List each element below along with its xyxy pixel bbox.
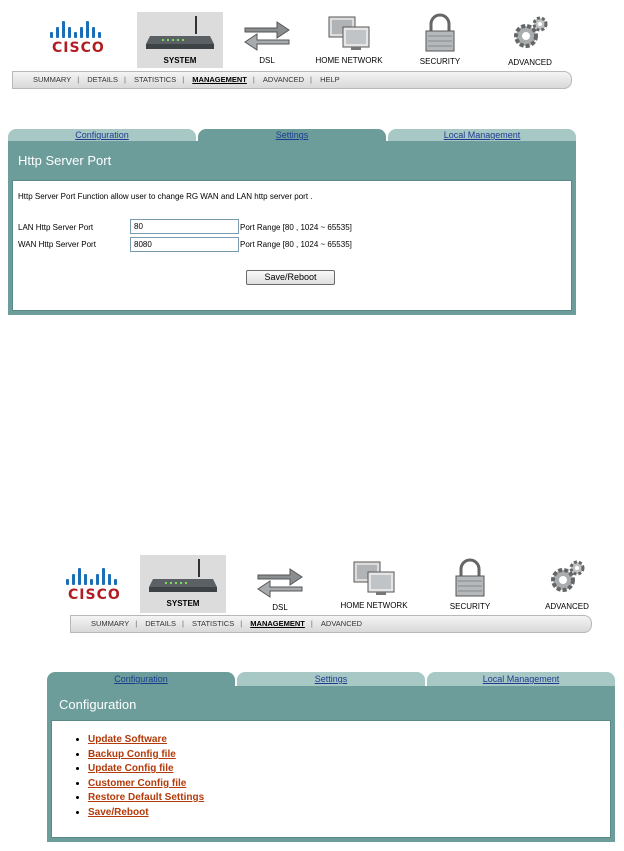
panel-body: Update Software Backup Config file Updat… bbox=[51, 720, 611, 838]
header-2: CISCO SYSTEM DSL HOME NETWORK SECURITY A… bbox=[0, 545, 624, 645]
nav-dsl[interactable]: DSL bbox=[237, 18, 297, 68]
nav-label: DSL bbox=[259, 56, 275, 65]
list-item: Backup Config file bbox=[88, 748, 610, 763]
nav-system[interactable]: SYSTEM bbox=[137, 12, 223, 68]
computers-icon bbox=[353, 561, 395, 595]
arrows-icon bbox=[244, 21, 290, 51]
header-1: CISCO SYSTEM DSL HOME NETWORK SECURITY A… bbox=[0, 0, 624, 100]
nav-advanced[interactable]: ADVANCED bbox=[536, 558, 598, 613]
sub-navigation: SUMMARY | DETAILS | STATISTICS | MANAGEMENT… bbox=[70, 615, 592, 633]
nav-label: SYSTEM bbox=[163, 56, 197, 65]
page-title: Http Server Port bbox=[18, 153, 112, 168]
nav-home-network[interactable]: HOME NETWORK bbox=[314, 15, 384, 68]
description-text: Http Server Port Function allow user to … bbox=[18, 192, 313, 201]
cisco-logo[interactable]: CISCO bbox=[50, 20, 120, 60]
lan-port-range: Port Range [80 , 1024 ~ 65535] bbox=[240, 223, 352, 232]
tab-configuration[interactable]: Configuration bbox=[47, 672, 235, 686]
nav-system[interactable]: SYSTEM bbox=[140, 555, 226, 613]
sub-navigation: SUMMARY | DETAILS | STATISTICS | MANAGEMENT… bbox=[12, 71, 572, 89]
nav-label: ADVANCED bbox=[508, 58, 552, 67]
tab-local-management[interactable]: Local Management bbox=[427, 672, 615, 686]
nav-label: SYSTEM bbox=[166, 599, 200, 608]
tab-settings[interactable]: Settings bbox=[237, 672, 425, 686]
nav-label: DSL bbox=[272, 603, 288, 612]
save-reboot-link[interactable]: Save/Reboot bbox=[88, 807, 149, 818]
nav-dsl[interactable]: DSL bbox=[250, 565, 310, 613]
tab-bar: Configuration Settings Local Management bbox=[47, 672, 615, 686]
nav-label: SECURITY bbox=[449, 602, 491, 611]
lan-port-input[interactable] bbox=[130, 219, 239, 234]
subnav-summary[interactable]: SUMMARY bbox=[71, 619, 135, 628]
nav-security[interactable]: SECURITY bbox=[440, 558, 500, 613]
arrows-icon bbox=[257, 568, 303, 598]
subnav-advanced[interactable]: ADVANCED bbox=[257, 75, 310, 84]
subnav-advanced[interactable]: ADVANCED bbox=[315, 619, 368, 628]
subnav-statistics[interactable]: STATISTICS bbox=[128, 75, 182, 84]
update-software-link[interactable]: Update Software bbox=[88, 734, 167, 745]
nav-label: HOME NETWORK bbox=[340, 601, 408, 610]
subnav-statistics[interactable]: STATISTICS bbox=[186, 619, 240, 628]
router-icon bbox=[149, 559, 217, 592]
tab-configuration[interactable]: Configuration bbox=[8, 129, 196, 141]
list-item: Restore Default Settings bbox=[88, 791, 610, 806]
nav-label: ADVANCED bbox=[545, 602, 589, 611]
wan-port-label: WAN Http Server Port bbox=[18, 240, 96, 249]
computers-icon bbox=[328, 16, 370, 50]
padlock-icon bbox=[455, 558, 485, 597]
nav-label: SECURITY bbox=[419, 57, 461, 66]
configuration-panel: Configuration Settings Local Management … bbox=[47, 672, 615, 842]
customer-config-link[interactable]: Customer Config file bbox=[88, 778, 186, 789]
wan-port-input[interactable] bbox=[130, 237, 239, 252]
nav-security[interactable]: SECURITY bbox=[410, 13, 470, 68]
wan-port-range: Port Range [80 , 1024 ~ 65535] bbox=[240, 240, 352, 249]
subnav-summary[interactable]: SUMMARY bbox=[13, 75, 77, 84]
logo-text: CISCO bbox=[52, 40, 105, 56]
router-icon bbox=[146, 16, 214, 49]
subnav-management[interactable]: MANAGEMENT bbox=[244, 619, 311, 628]
subnav-help[interactable]: HELP bbox=[314, 75, 346, 84]
logo-text: CISCO bbox=[68, 587, 121, 603]
list-item: Update Software bbox=[88, 733, 610, 748]
backup-config-link[interactable]: Backup Config file bbox=[88, 749, 176, 760]
nav-label: HOME NETWORK bbox=[315, 56, 383, 65]
subnav-management[interactable]: MANAGEMENT bbox=[186, 75, 253, 84]
gears-icon bbox=[514, 16, 548, 48]
padlock-icon bbox=[425, 13, 455, 52]
tab-local-management[interactable]: Local Management bbox=[388, 129, 576, 141]
update-config-link[interactable]: Update Config file bbox=[88, 763, 174, 774]
configuration-links: Update Software Backup Config file Updat… bbox=[66, 733, 610, 820]
nav-home-network[interactable]: HOME NETWORK bbox=[338, 560, 410, 613]
page-title: Configuration bbox=[59, 697, 137, 712]
tab-settings[interactable]: Settings bbox=[198, 129, 386, 141]
panel-body: Http Server Port Function allow user to … bbox=[12, 180, 572, 311]
subnav-details[interactable]: DETAILS bbox=[139, 619, 182, 628]
restore-defaults-link[interactable]: Restore Default Settings bbox=[88, 792, 204, 803]
list-item: Update Config file bbox=[88, 762, 610, 777]
gears-icon bbox=[551, 560, 585, 592]
nav-advanced[interactable]: ADVANCED bbox=[498, 14, 562, 68]
save-reboot-button[interactable]: Save/Reboot bbox=[246, 270, 335, 285]
tab-bar: Configuration Settings Local Management bbox=[8, 129, 576, 141]
subnav-details[interactable]: DETAILS bbox=[81, 75, 124, 84]
list-item: Save/Reboot bbox=[88, 806, 610, 821]
cisco-logo[interactable]: CISCO bbox=[66, 567, 136, 607]
lan-port-label: LAN Http Server Port bbox=[18, 223, 94, 232]
http-server-port-panel: Configuration Settings Local Management … bbox=[8, 129, 576, 315]
list-item: Customer Config file bbox=[88, 777, 610, 792]
